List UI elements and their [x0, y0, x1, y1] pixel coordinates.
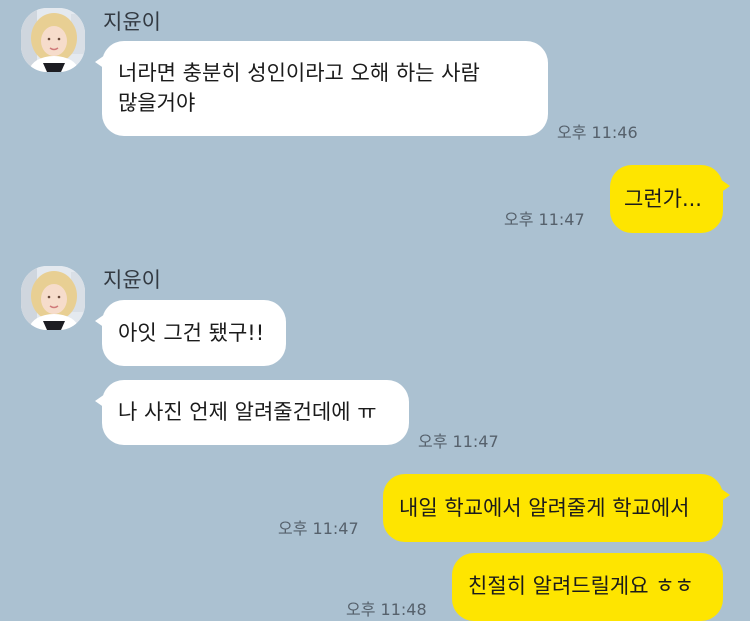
- profile-photo-icon: [21, 266, 85, 330]
- message-text: 내일 학교에서 알려줄게 학교에서: [399, 496, 690, 520]
- message-text: 그런가...: [624, 187, 702, 211]
- message-text: 친절히 알려드릴게요 ㅎㅎ: [468, 574, 694, 598]
- message-bubble-incoming[interactable]: 너라면 충분히 성인이라고 오해 하는 사람 많을거야: [95, 41, 548, 136]
- message-timestamp: 오후 11:47: [504, 210, 585, 229]
- avatar[interactable]: [21, 266, 85, 330]
- message-timestamp: 오후 11:47: [278, 519, 359, 538]
- message-text: 너라면 충분히 성인이라고 오해 하는 사람: [118, 61, 480, 85]
- profile-photo-icon: [21, 8, 85, 72]
- message-bubble-outgoing[interactable]: 그런가...: [610, 165, 730, 233]
- message-bubble-outgoing[interactable]: 친절히 알려드릴게요 ㅎㅎ: [452, 553, 723, 621]
- message-bubble-incoming[interactable]: 아잇 그건 됐구!!: [95, 300, 286, 366]
- message-bubble-outgoing[interactable]: 내일 학교에서 알려줄게 학교에서: [383, 474, 730, 542]
- message-timestamp: 오후 11:47: [418, 432, 499, 451]
- message-text: 아잇 그건 됐구!!: [118, 321, 265, 345]
- message-text: 많을거야: [118, 91, 196, 115]
- sender-name: 지윤이: [103, 268, 161, 292]
- message-text: 나 사진 언제 알려줄건데에 ㅠ: [118, 400, 377, 424]
- message-bubble-incoming[interactable]: 나 사진 언제 알려줄건데에 ㅠ: [95, 380, 409, 445]
- avatar[interactable]: [21, 8, 85, 72]
- message-timestamp: 오후 11:46: [557, 123, 638, 142]
- sender-name: 지윤이: [103, 10, 161, 34]
- message-timestamp: 오후 11:48: [346, 600, 427, 619]
